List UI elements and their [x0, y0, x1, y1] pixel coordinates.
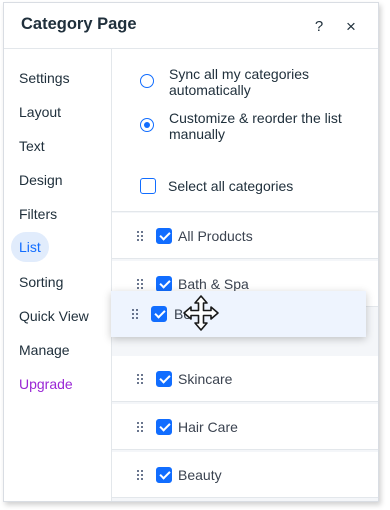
sidebar-item-text[interactable]: Text: [11, 131, 53, 161]
drag-handle-icon[interactable]: [132, 309, 138, 319]
customize-label-line2: manually: [169, 126, 226, 142]
category-checkbox[interactable]: [156, 228, 172, 244]
sidebar-item-manage[interactable]: Manage: [11, 335, 78, 365]
sync-label-line1: Sync all my categories: [169, 66, 310, 82]
drag-handle-icon[interactable]: [137, 374, 143, 384]
customize-label-line1: Customize & reorder the list: [169, 110, 342, 126]
help-button[interactable]: ?: [309, 17, 329, 37]
customize-option-label: Customize & reorder the list manually: [169, 110, 342, 142]
category-checkbox[interactable]: [156, 371, 172, 387]
sidebar-item-design[interactable]: Design: [11, 165, 71, 195]
dragging-category-row[interactable]: Bo: [111, 291, 366, 337]
settings-panel: Category Page ? × Settings Layout Text D…: [3, 2, 379, 502]
category-row-beauty[interactable]: Beauty: [112, 452, 378, 498]
category-checkbox[interactable]: [151, 306, 167, 322]
sidebar-item-filters[interactable]: Filters: [11, 199, 65, 229]
sidebar-item-upgrade[interactable]: Upgrade: [11, 369, 81, 399]
drag-handle-icon[interactable]: [137, 231, 143, 241]
move-cursor-icon: [183, 295, 219, 331]
close-button[interactable]: ×: [341, 17, 361, 37]
category-label: All Products: [178, 228, 253, 244]
category-checkbox[interactable]: [156, 467, 172, 483]
content-area: Sync all my categories automatically Cus…: [111, 49, 378, 501]
sync-option-label: Sync all my categories automatically: [169, 66, 309, 98]
list-options: Sync all my categories automatically Cus…: [112, 49, 378, 212]
drag-handle-icon[interactable]: [137, 470, 143, 480]
customize-radio[interactable]: [140, 118, 154, 132]
sidebar-item-sorting[interactable]: Sorting: [11, 267, 71, 297]
sidebar-item-quick-view[interactable]: Quick View: [11, 301, 97, 331]
category-row-skincare[interactable]: Skincare: [112, 356, 378, 402]
category-label: Beauty: [178, 467, 222, 483]
category-label: Skincare: [178, 371, 233, 387]
select-all-label: Select all categories: [168, 178, 294, 194]
panel-title: Category Page: [21, 15, 137, 33]
sidebar-item-layout[interactable]: Layout: [11, 97, 69, 127]
category-label: Hair Care: [178, 419, 238, 435]
drag-handle-icon[interactable]: [137, 422, 143, 432]
category-checkbox[interactable]: [156, 276, 172, 292]
drag-handle-icon[interactable]: [137, 279, 143, 289]
category-row-all-products[interactable]: All Products: [112, 213, 378, 259]
category-row-hair-care[interactable]: Hair Care: [112, 404, 378, 450]
panel-header: Category Page ? ×: [4, 3, 378, 49]
category-label: Bath & Spa: [178, 276, 249, 292]
category-checkbox[interactable]: [156, 419, 172, 435]
select-all-checkbox[interactable]: [140, 178, 156, 194]
sync-label-line2: automatically: [169, 82, 251, 98]
sidebar-item-list[interactable]: List: [11, 232, 49, 262]
sidebar-nav: Settings Layout Text Design Filters List…: [4, 49, 111, 501]
sidebar-item-settings[interactable]: Settings: [11, 63, 78, 93]
sync-radio[interactable]: [140, 74, 154, 88]
